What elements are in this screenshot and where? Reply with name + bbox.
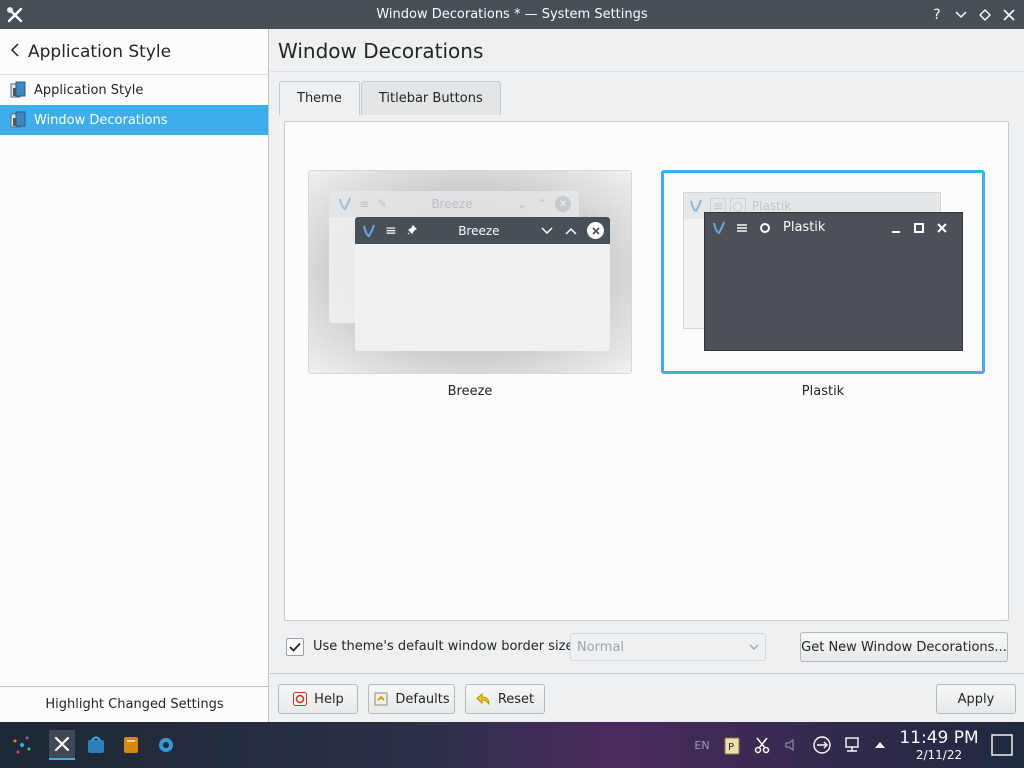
close-circle-icon: ✕ bbox=[555, 196, 572, 212]
back-button[interactable]: Application Style bbox=[0, 29, 268, 75]
clock-date: 2/11/22 bbox=[915, 748, 963, 762]
sidebar: Application Style Application Style Wind… bbox=[0, 29, 269, 722]
tab-bar: Theme Titlebar Buttons bbox=[279, 81, 502, 115]
button-label: Defaults bbox=[395, 691, 450, 707]
window-titlebar: Window Decorations * — System Settings ? bbox=[0, 0, 1024, 29]
button-label: Help bbox=[314, 691, 344, 707]
clipboard-paste-icon[interactable]: P bbox=[720, 733, 744, 757]
maximize-button[interactable] bbox=[976, 6, 994, 24]
pin-icon: ✎ bbox=[377, 197, 388, 211]
kde-logo-icon bbox=[363, 224, 375, 237]
theme-name-breeze: Breeze bbox=[447, 384, 493, 399]
get-new-decorations-button[interactable]: Get New Window Decorations... bbox=[800, 632, 1008, 662]
usb-devices-icon[interactable] bbox=[810, 733, 834, 757]
border-size-checkbox[interactable] bbox=[286, 638, 304, 656]
window-decorations-icon bbox=[10, 111, 26, 128]
button-label: Reset bbox=[497, 691, 535, 707]
chevron-left-icon bbox=[10, 42, 20, 61]
clock-time: 11:49 PM bbox=[899, 728, 979, 748]
checkmark-icon bbox=[289, 642, 301, 652]
show-desktop-icon[interactable] bbox=[990, 733, 1014, 757]
highlight-changed-settings-button[interactable]: Highlight Changed Settings bbox=[0, 686, 269, 722]
chevron-down-icon: ⌄ bbox=[516, 197, 527, 211]
taskbar: EN P 11:49 PM 2/11/22 bbox=[0, 722, 1024, 768]
reset-button[interactable]: Reset bbox=[465, 684, 545, 714]
theme-grid: ≡ ✎ Breeze ⌄ ⌃ ✕ ≡ Breeze Breeze ≡ ○ Pla… bbox=[284, 121, 1009, 621]
tab-titlebar-buttons[interactable]: Titlebar Buttons bbox=[360, 81, 501, 115]
taskbar-system-settings-icon[interactable] bbox=[49, 730, 75, 760]
theme-card-breeze[interactable]: ≡ ✎ Breeze ⌄ ⌃ ✕ ≡ Breeze bbox=[308, 170, 632, 374]
application-style-icon bbox=[10, 81, 26, 98]
sidebar-item-label: Window Decorations bbox=[34, 112, 168, 128]
application-launcher-icon[interactable] bbox=[10, 733, 34, 757]
keyboard-layout-indicator[interactable]: EN bbox=[690, 733, 714, 757]
svg-text:P: P bbox=[728, 742, 734, 753]
sidebar-item-application-style[interactable]: Application Style bbox=[0, 75, 268, 105]
minimize-icon bbox=[887, 219, 905, 237]
kde-logo-icon bbox=[690, 199, 702, 213]
pin-icon bbox=[407, 224, 417, 238]
network-icon[interactable] bbox=[840, 733, 864, 757]
window-title: Window Decorations * — System Settings bbox=[376, 7, 648, 22]
discover-store-icon[interactable] bbox=[84, 733, 108, 757]
settings-gear-icon[interactable] bbox=[154, 733, 178, 757]
border-size-value: Normal bbox=[577, 639, 625, 655]
preview-active-title: Breeze bbox=[458, 223, 500, 238]
button-label: Get New Window Decorations... bbox=[801, 639, 1007, 655]
close-button[interactable] bbox=[1000, 6, 1018, 24]
preview-active-window: Plastik bbox=[704, 212, 963, 351]
highlight-label: Highlight Changed Settings bbox=[45, 697, 224, 712]
chevron-up-icon: ⌃ bbox=[536, 197, 548, 211]
menu-icon: ≡ bbox=[359, 197, 370, 211]
digital-clock[interactable]: 11:49 PM 2/11/22 bbox=[897, 728, 981, 762]
preview-active-window: ≡ Breeze bbox=[355, 217, 610, 351]
help-icon bbox=[293, 692, 308, 706]
main-panel: Window Decorations Theme Titlebar Button… bbox=[270, 29, 1024, 722]
page-title: Window Decorations bbox=[278, 39, 484, 63]
border-size-checkbox-label[interactable]: Use theme's default window border size bbox=[313, 639, 573, 654]
minimize-button[interactable] bbox=[952, 6, 970, 24]
chevron-down-icon bbox=[541, 224, 553, 238]
tray-expand-icon[interactable] bbox=[868, 733, 892, 757]
close-circle-icon bbox=[587, 222, 604, 239]
volume-icon[interactable] bbox=[778, 733, 802, 757]
system-settings-icon[interactable] bbox=[0, 0, 29, 29]
help-button[interactable]: Help bbox=[278, 684, 358, 714]
sidebar-item-label: Application Style bbox=[34, 82, 144, 98]
help-titlebar-button[interactable]: ? bbox=[928, 6, 946, 24]
back-label: Application Style bbox=[28, 41, 172, 62]
kde-logo-icon bbox=[713, 221, 725, 234]
apply-button[interactable]: Apply bbox=[936, 684, 1016, 714]
sticky-icon bbox=[756, 219, 774, 237]
preview-inactive-title: Plastik bbox=[752, 199, 792, 213]
divider bbox=[270, 71, 1024, 72]
preview-active-title: Plastik bbox=[783, 220, 826, 235]
divider bbox=[270, 673, 1024, 674]
scissors-icon[interactable] bbox=[750, 733, 774, 757]
tab-theme[interactable]: Theme bbox=[279, 81, 360, 115]
undo-icon bbox=[476, 692, 490, 706]
defaults-icon bbox=[374, 692, 388, 706]
menu-icon bbox=[733, 219, 751, 237]
tab-label: Titlebar Buttons bbox=[378, 91, 483, 106]
chevron-down-icon bbox=[749, 640, 759, 655]
preview-inactive-title: Breeze bbox=[431, 197, 473, 211]
button-label: Apply bbox=[957, 691, 995, 707]
border-options-row: Use theme's default window border size N… bbox=[286, 632, 1016, 662]
maximize-icon bbox=[910, 219, 928, 237]
theme-card-plastik[interactable]: ≡ ○ Plastik Plastik bbox=[661, 170, 985, 374]
close-icon bbox=[933, 219, 951, 237]
border-size-select: Normal bbox=[570, 633, 766, 661]
tab-label: Theme bbox=[297, 91, 342, 106]
sidebar-item-window-decorations[interactable]: Window Decorations bbox=[0, 105, 268, 135]
defaults-button[interactable]: Defaults bbox=[368, 684, 455, 714]
kde-logo-icon bbox=[339, 197, 351, 211]
package-icon[interactable] bbox=[119, 733, 143, 757]
theme-name-plastik: Plastik bbox=[801, 384, 845, 399]
chevron-up-icon bbox=[565, 224, 577, 238]
menu-icon: ≡ bbox=[385, 222, 397, 239]
